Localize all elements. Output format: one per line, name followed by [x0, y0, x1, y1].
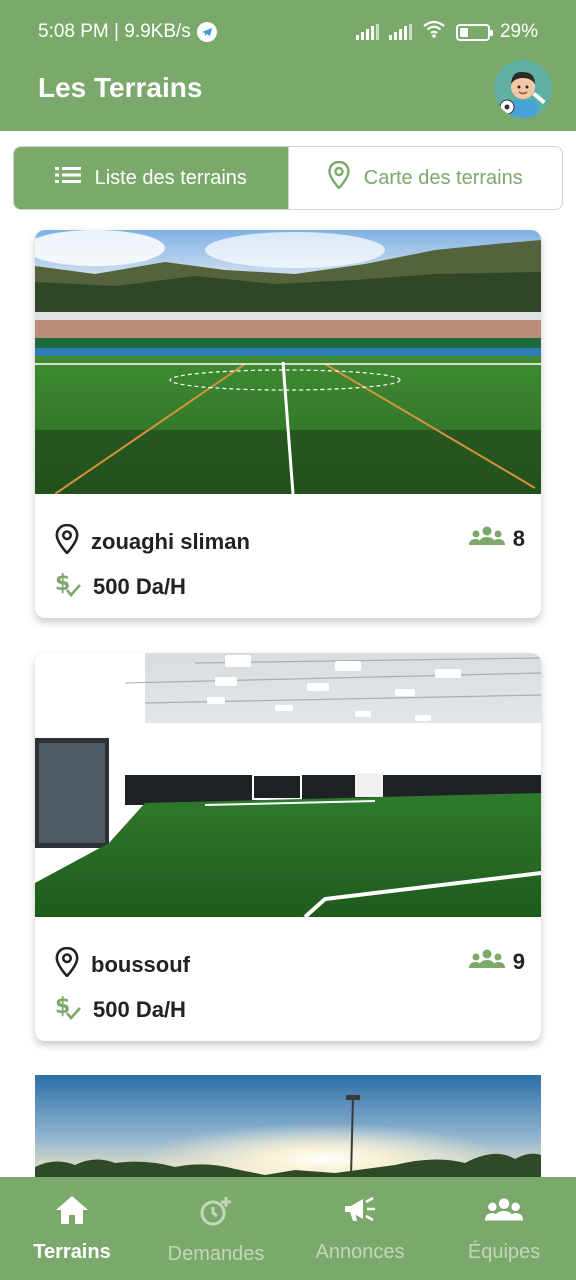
- list-view-label: Liste des terrains: [94, 166, 247, 189]
- megaphone-icon: [343, 1195, 377, 1231]
- terrain-info: boussouf 9 $ 500 Da/H: [35, 917, 541, 1041]
- terrain-image: [35, 653, 541, 919]
- terrain-name-row: zouaghi sliman: [55, 523, 250, 560]
- wifi-icon: [422, 20, 446, 44]
- battery-icon: [455, 23, 493, 41]
- status-time-speed: 5:08 PM | 9.9KB/s: [38, 21, 191, 42]
- app-bar: 5:08 PM | 9.9KB/s 29% Les Terrains: [0, 0, 576, 131]
- list-icon: [54, 166, 81, 190]
- avatar[interactable]: [494, 60, 552, 118]
- nav-equipes-label: Équipes: [467, 1241, 541, 1263]
- nav-demandes-label: Demandes: [167, 1243, 265, 1265]
- terrain-price-row: $ 500 Da/H: [55, 570, 186, 604]
- signal-icon: [388, 24, 412, 40]
- terrain-image: [35, 230, 541, 495]
- terrain-card[interactable]: boussouf 9 $ 500 Da/H: [35, 653, 541, 1041]
- terrain-name-row: boussouf: [55, 946, 190, 983]
- nav-annonces-label: Annonces: [315, 1241, 405, 1263]
- capacity: 9: [468, 949, 525, 975]
- terrain-price: 500 Da/H: [93, 997, 186, 1022]
- capacity-value: 9: [512, 949, 525, 974]
- map-view-button[interactable]: Carte des terrains: [287, 147, 563, 209]
- terrain-name: boussouf: [91, 952, 190, 977]
- nav-terrains-label: Terrains: [33, 1241, 111, 1263]
- telegram-icon: [196, 22, 217, 42]
- location-pin-icon: [55, 523, 79, 560]
- clock-plus-icon: [199, 1195, 233, 1233]
- bottom-navigation: Terrains Demandes Annonces Équipes: [0, 1177, 576, 1280]
- page-title: Les Terrains: [38, 72, 203, 103]
- map-view-label: Carte des terrains: [363, 166, 523, 189]
- price-check-icon: $: [55, 570, 81, 604]
- group-icon: [485, 1195, 523, 1231]
- capacity-value: 8: [512, 526, 525, 551]
- terrain-price: 500 Da/H: [93, 574, 186, 599]
- terrain-price-row: $ 500 Da/H: [55, 993, 186, 1027]
- terrain-image: [35, 1075, 541, 1177]
- battery-percent: 29%: [499, 21, 538, 42]
- location-pin-icon: [328, 160, 350, 195]
- terrain-card-partial[interactable]: [35, 1075, 541, 1177]
- nav-annonces[interactable]: Annonces: [288, 1177, 432, 1280]
- price-check-icon: $: [55, 993, 81, 1027]
- group-icon: [468, 526, 505, 552]
- nav-demandes[interactable]: Demandes: [144, 1177, 288, 1280]
- location-pin-icon: [55, 946, 79, 983]
- terrain-name: zouaghi sliman: [91, 529, 250, 554]
- nav-equipes[interactable]: Équipes: [432, 1177, 576, 1280]
- group-icon: [468, 949, 505, 975]
- status-bar: 5:08 PM | 9.9KB/s 29%: [0, 0, 576, 64]
- nav-terrains[interactable]: Terrains: [0, 1177, 144, 1280]
- terrain-info: zouaghi sliman 8 $ 500 Da/H: [35, 494, 541, 618]
- capacity: 8: [468, 526, 525, 552]
- signal-icon: [355, 24, 379, 40]
- view-toggle: Liste des terrains Carte des terrains: [13, 146, 563, 210]
- home-icon: [55, 1195, 89, 1231]
- list-view-button[interactable]: Liste des terrains: [14, 147, 288, 209]
- terrain-card[interactable]: zouaghi sliman 8 $ 500 Da/H: [35, 230, 541, 618]
